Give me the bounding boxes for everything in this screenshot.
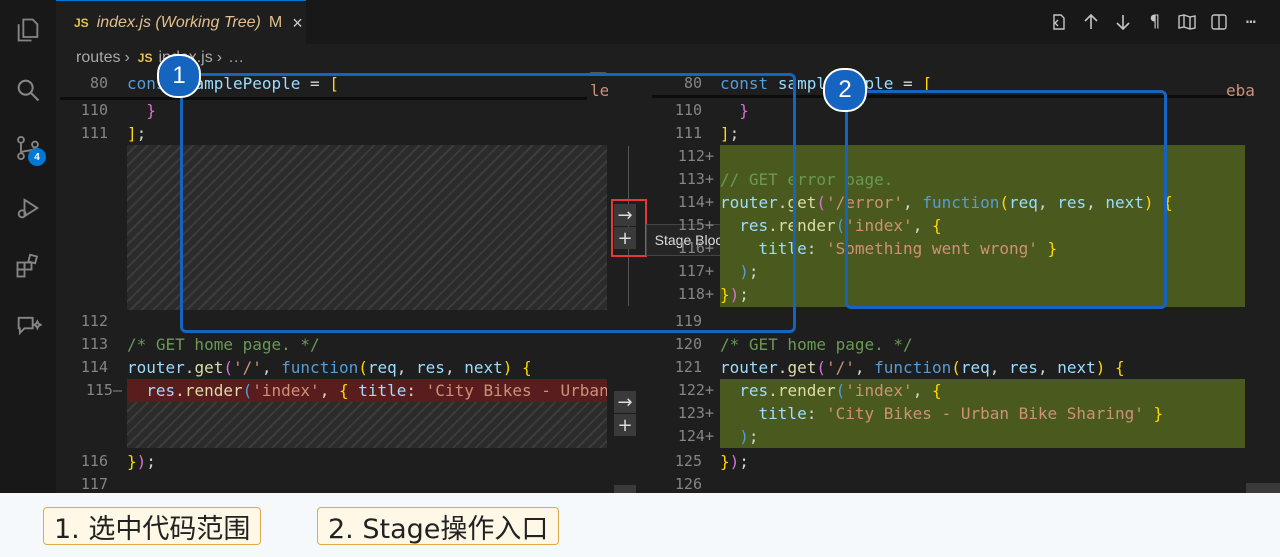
- annotation-box-selection: [180, 73, 796, 333]
- line-number: 121: [674, 358, 702, 376]
- search-icon[interactable]: [0, 66, 56, 114]
- line-number: 114: [80, 358, 108, 376]
- overflow-text: eba: [1226, 81, 1255, 100]
- line-number: 115—: [85, 381, 122, 399]
- line-number: 80: [89, 74, 108, 92]
- code-line[interactable]: }: [127, 99, 156, 122]
- line-number: 111: [80, 124, 108, 142]
- activity-bar: 4: [0, 0, 56, 493]
- code-line[interactable]: });: [127, 450, 156, 473]
- source-control-icon[interactable]: [0, 124, 56, 172]
- code-line[interactable]: ];: [127, 122, 146, 145]
- arrow-down-icon[interactable]: [1114, 13, 1132, 31]
- stage-block-plus-icon[interactable]: +: [614, 414, 636, 436]
- pilcrow-icon[interactable]: ¶: [1146, 12, 1164, 32]
- code-line[interactable]: res.render('index', {: [720, 379, 941, 402]
- line-number: 122+: [677, 381, 714, 399]
- code-line[interactable]: title: 'City Bikes - Urban Bike Sharing'…: [720, 402, 1164, 425]
- code-line[interactable]: /* GET home page. */: [127, 333, 320, 356]
- line-number: 117: [80, 475, 108, 493]
- scrollbar[interactable]: [1246, 483, 1280, 493]
- run-debug-icon[interactable]: [0, 184, 56, 232]
- tab-index-js[interactable]: JS index.js (Working Tree) M ×: [56, 0, 306, 45]
- line-number: 125: [674, 452, 702, 470]
- open-file-icon[interactable]: [1050, 13, 1068, 31]
- code-line[interactable]: });: [720, 450, 749, 473]
- modified-indicator: M: [268, 14, 283, 31]
- split-editor-icon[interactable]: [1210, 13, 1228, 31]
- line-number: 124+: [677, 427, 714, 445]
- arrow-up-icon[interactable]: [1082, 13, 1100, 31]
- caption-bar: 1. 选中代码范围 2. Stage操作入口: [0, 493, 1280, 557]
- code-line[interactable]: router.get('/', function(req, res, next)…: [127, 356, 532, 379]
- line-number: 126: [674, 475, 702, 493]
- js-file-icon: JS: [74, 16, 89, 30]
- editor-toolbar: ¶ ⋯: [1050, 0, 1260, 44]
- extensions-icon[interactable]: [0, 242, 56, 290]
- revert-block-arrow-icon[interactable]: [614, 485, 636, 493]
- line-number: 110: [80, 101, 108, 119]
- book-icon[interactable]: [1178, 13, 1196, 31]
- caption-step-2: 2. Stage操作入口: [317, 507, 560, 545]
- code-line[interactable]: res.render('index', { title: 'City Bikes…: [127, 379, 607, 402]
- chevron-right-icon: ›: [216, 49, 223, 66]
- annotation-marker-2: 2: [823, 68, 867, 112]
- line-number: 123+: [677, 404, 714, 422]
- chevron-right-icon: ›: [124, 49, 130, 66]
- js-file-icon: JS: [137, 51, 153, 65]
- tab-title: index.js (Working Tree): [96, 14, 261, 31]
- annotation-box-stage: [845, 90, 1167, 309]
- explorer-icon[interactable]: [0, 6, 56, 54]
- close-icon[interactable]: ×: [292, 13, 303, 34]
- chat-icon[interactable]: [0, 302, 56, 350]
- line-number: 113: [80, 335, 108, 353]
- line-number: 116: [80, 452, 108, 470]
- line-number: 112: [80, 312, 108, 330]
- breadcrumb-folder[interactable]: routes: [76, 49, 120, 67]
- tab-bar: JS index.js (Working Tree) M × ¶ ⋯: [56, 0, 1280, 45]
- code-line[interactable]: router.get('/', function(req, res, next)…: [720, 356, 1125, 379]
- source-control-badge: 4: [28, 148, 46, 166]
- breadcrumb-symbol[interactable]: …: [228, 49, 244, 67]
- more-icon[interactable]: ⋯: [1242, 12, 1260, 32]
- line-number: 120: [674, 335, 702, 353]
- annotation-marker-1: 1: [157, 54, 201, 98]
- breadcrumb: routes › JS index.js › …: [56, 44, 596, 72]
- revert-block-arrow-icon[interactable]: →: [614, 391, 636, 413]
- code-line[interactable]: /* GET home page. */: [720, 333, 913, 356]
- code-line[interactable]: );: [720, 425, 758, 448]
- caption-step-1: 1. 选中代码范围: [43, 507, 262, 545]
- removed-placeholder: [127, 402, 607, 448]
